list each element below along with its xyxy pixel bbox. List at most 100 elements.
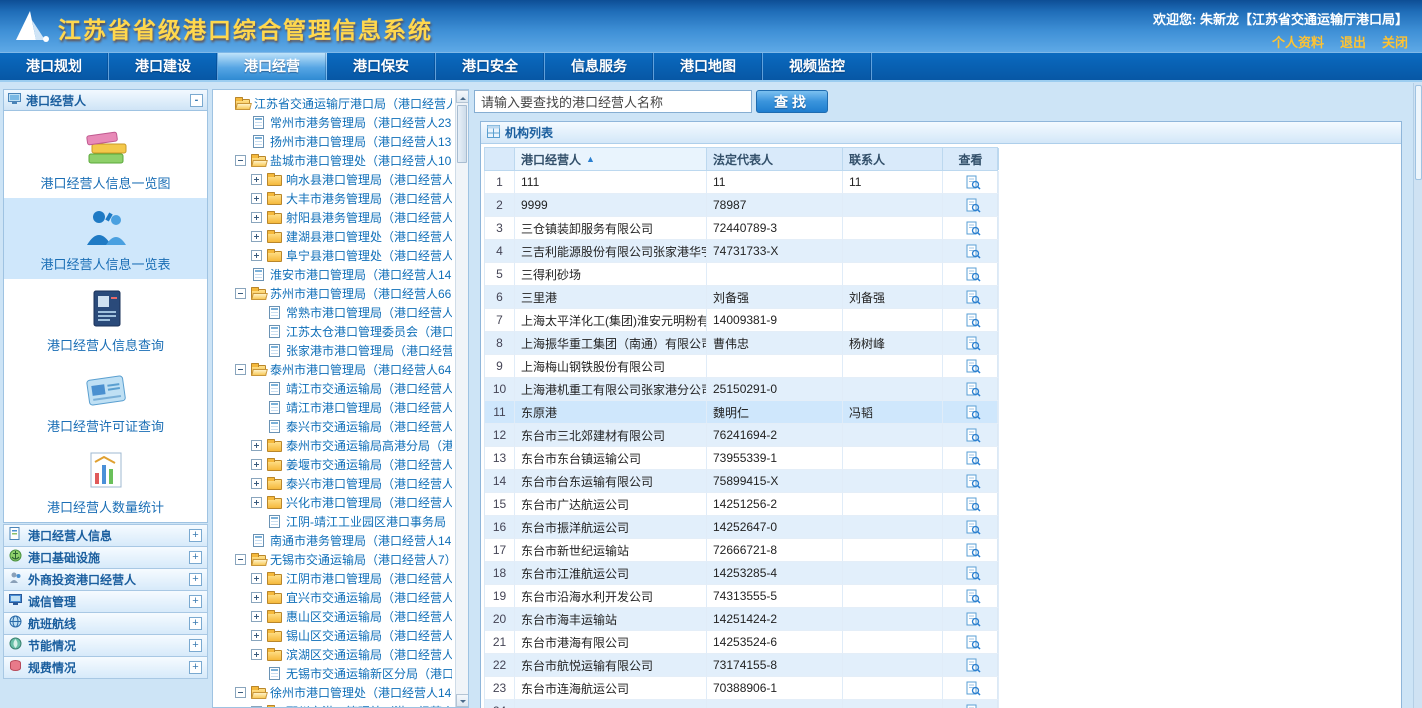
tree-expander-icon[interactable] [235,364,246,375]
tree-node[interactable]: 扬州市港口管理局（港口经营人130） [217,132,452,151]
tree-node[interactable]: 惠山区交通运输局（港口经营人0） [217,607,452,626]
tree-node[interactable]: 张家港市港口管理局（港口经营人10 [217,341,452,360]
tree-node[interactable]: 无锡市交通运输新区分局（港口经营 [217,664,452,683]
tree-node[interactable]: 靖江市交通运输局（港口经营人0） [217,379,452,398]
sidebar-panel-header[interactable]: 港口经营人 - [3,89,208,111]
nav-tab[interactable]: 港口规划 [0,53,109,80]
table-row[interactable]: 21 东台市港海有限公司 14253524-6 [485,631,997,654]
tree-expander-icon[interactable] [251,630,262,641]
table-row[interactable]: 19 东台市沿海水利开发公司 74313555-5 [485,585,997,608]
tree-expander-icon[interactable] [251,649,262,660]
view-icon[interactable] [966,635,981,650]
table-row[interactable]: 13 东台市东台镇运输公司 73955339-1 [485,447,997,470]
tree-expander-icon[interactable] [251,706,262,707]
expand-button[interactable]: + [189,551,202,564]
nav-tab[interactable]: 港口经营 [218,53,327,80]
column-header-contact[interactable]: 联系人 [843,148,943,170]
tree-expander-icon[interactable] [251,592,262,603]
header-link[interactable]: 个人资料 [1272,32,1324,51]
column-header-operator[interactable]: 港口经营人 ▲ [515,148,707,170]
tree-node[interactable]: 徐州市港口管理处（港口经营人140） [217,683,452,702]
tree-expander-icon[interactable] [251,345,262,356]
tree-expander-icon[interactable] [251,383,262,394]
tree-expander-icon[interactable] [251,231,262,242]
nav-tab[interactable]: 信息服务 [545,53,654,80]
tree-expander-icon[interactable] [251,250,262,261]
table-row[interactable]: 18 东台市江淮航运公司 14253285-4 [485,562,997,585]
sidebar-item-operator-info-query[interactable]: 港口经营人信息查询 [4,279,207,360]
tree-expander-icon[interactable] [251,421,262,432]
tree-node[interactable]: 泰兴市交通运输局（港口经营人0） [217,417,452,436]
sidebar-item-operator-overview-chart[interactable]: 港口经营人信息一览图 [4,117,207,198]
search-input[interactable] [474,90,752,113]
sidebar-panel-routes[interactable]: 航班航线 + [3,612,208,635]
sidebar-item-operator-statistics[interactable]: 港口经营人数量统计 [4,441,207,522]
view-icon[interactable] [966,704,981,708]
tree-expander-icon[interactable] [251,307,262,318]
view-icon[interactable] [966,658,981,673]
table-row[interactable]: 5 三得利砂场 [485,263,997,286]
table-row[interactable]: 20 东台市海丰运输站 14251424-2 [485,608,997,631]
sidebar-panel-foreign-investors[interactable]: 外商投资港口经营人 + [3,568,208,591]
tree-expander-icon[interactable] [251,174,262,185]
table-row[interactable]: 22 东台市航悦运输有限公司 73174155-8 [485,654,997,677]
view-icon[interactable] [966,543,981,558]
sidebar-panel-fees[interactable]: 规费情况 + [3,656,208,679]
view-icon[interactable] [966,612,981,627]
tree-expander-icon[interactable] [251,459,262,470]
tree-node[interactable]: 泰兴市港口管理局（港口经营人11） [217,474,452,493]
tree-expander-icon[interactable] [251,478,262,489]
tree-expander-icon[interactable] [251,402,262,413]
sidebar-panel-infrastructure[interactable]: 港口基础设施 + [3,546,208,569]
table-row[interactable]: 11 东原港 魏明仁 冯韬 [485,401,997,424]
search-button[interactable]: 查找 [756,90,828,113]
view-icon[interactable] [966,244,981,259]
table-row[interactable]: 2 9999 78987 [485,194,997,217]
tree-expander-icon[interactable] [251,497,262,508]
tree-expander-icon[interactable] [251,573,262,584]
tree-expander-icon[interactable] [251,193,262,204]
tree-expander-icon[interactable] [235,155,246,166]
tree-node[interactable]: 南通市港务管理局（港口经营人147） [217,531,452,550]
tree-node[interactable]: 常熟市港口管理局（港口经营人127 [217,303,452,322]
expand-button[interactable]: + [189,639,202,652]
column-header-view[interactable]: 查看 [943,148,999,170]
tree-node[interactable]: 兴化市港口管理局（港口经营人1） [217,493,452,512]
scroll-down-icon[interactable] [456,694,469,707]
view-icon[interactable] [966,681,981,696]
tree-expander-icon[interactable] [235,535,246,546]
tree-node[interactable]: 大丰市港务管理局（港口经营人0） [217,189,452,208]
tree-node[interactable]: 锡山区交通运输局（港口经营人1） [217,626,452,645]
sidebar-item-operator-overview-table[interactable]: 港口经营人信息一览表 [4,198,207,279]
view-icon[interactable] [966,313,981,328]
nav-tab[interactable]: 港口地图 [654,53,763,80]
table-row[interactable]: 6 三里港 刘备强 刘备强 [485,286,997,309]
view-icon[interactable] [966,359,981,374]
scrollbar-thumb[interactable] [457,105,467,163]
expand-button[interactable]: + [189,595,202,608]
nav-tab[interactable]: 港口安全 [436,53,545,80]
tree-node[interactable]: 靖江市港口管理局（港口经营人26） [217,398,452,417]
view-icon[interactable] [966,474,981,489]
tree-node[interactable]: 淮安市港口管理局（港口经营人143） [217,265,452,284]
table-row[interactable]: 8 上海振华重工集团（南通）有限公司 曹伟忠 杨树峰 [485,332,997,355]
header-link[interactable]: 退出 [1340,32,1366,51]
nav-tab[interactable]: 港口保安 [327,53,436,80]
tree-node[interactable]: 江苏省交通运输厅港口局（港口经营人200 [217,94,452,113]
tree-node[interactable]: 阜宁县港口管理处（港口经营人0） [217,246,452,265]
tree-expander-icon[interactable] [251,440,262,451]
view-icon[interactable] [966,589,981,604]
table-row[interactable]: 15 东台市广达航运公司 14251256-2 [485,493,997,516]
sidebar-item-license-query[interactable]: 港口经营许可证查询 [4,360,207,441]
tree-node[interactable]: 响水县港口管理局（港口经营人0） [217,170,452,189]
expand-button[interactable]: + [189,617,202,630]
tree-expander-icon[interactable] [219,98,230,109]
tree-node[interactable]: 姜堰市交通运输局（港口经营人0） [217,455,452,474]
tree-expander-icon[interactable] [251,516,262,527]
tree-node[interactable]: 邳州市港口管理处（港口经营人36） [217,702,452,707]
tree-node[interactable]: 建湖县港口管理处（港口经营人0） [217,227,452,246]
tree-node[interactable]: 泰州市港口管理局（港口经营人64） [217,360,452,379]
table-row[interactable]: 4 三吉利能源股份有限公司张家港华宇... 74731733-X [485,240,997,263]
tree-node[interactable]: 常州市港务管理局（港口经营人239） [217,113,452,132]
tree-node[interactable]: 江阴-靖江工业园区港口事务局（港口 [217,512,452,531]
